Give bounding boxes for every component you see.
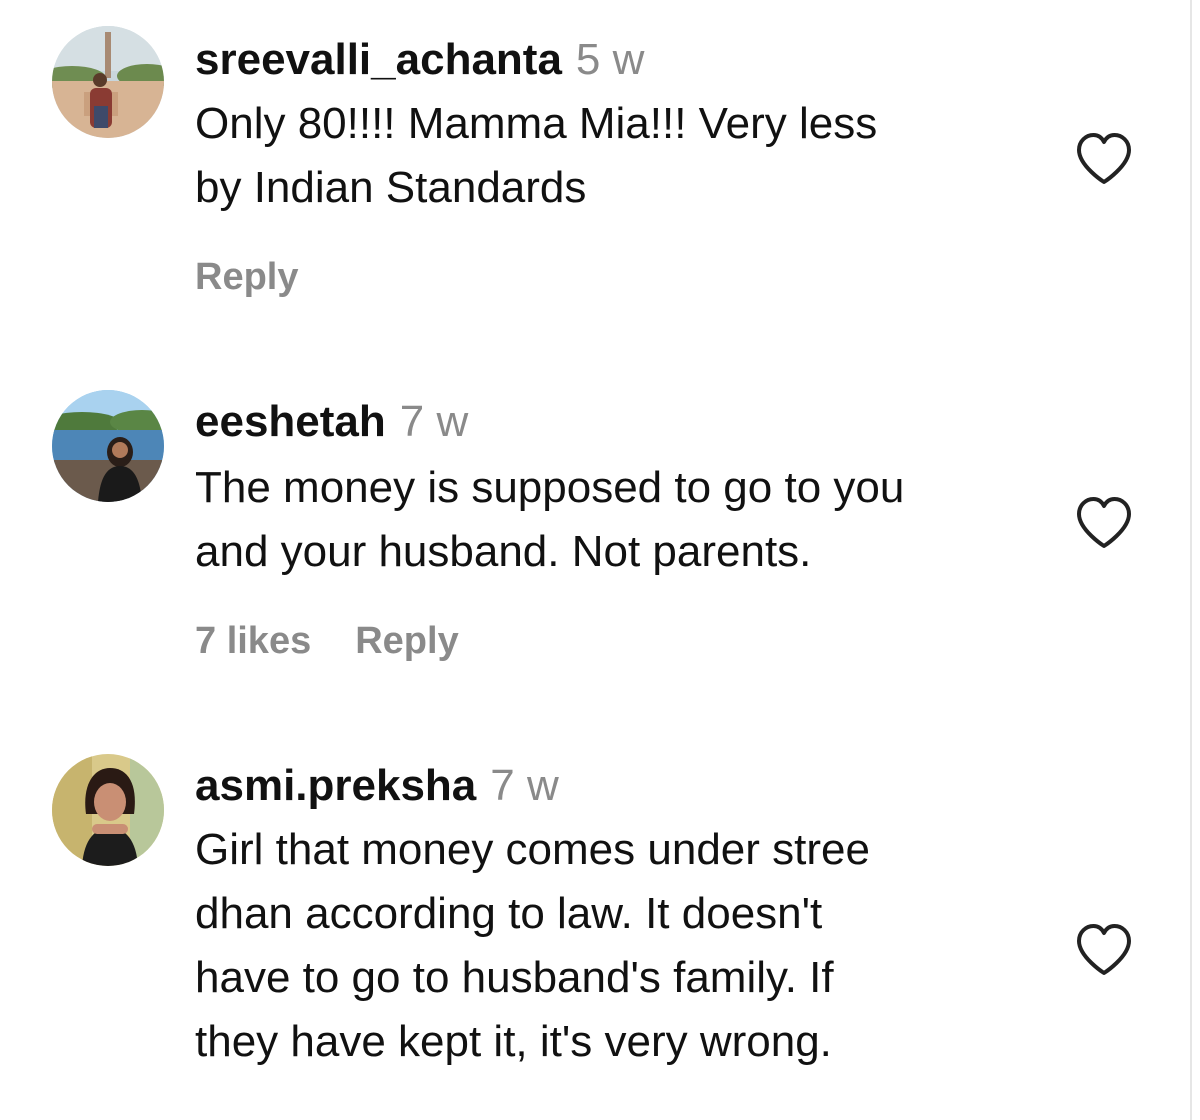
heart-outline-icon[interactable]	[1074, 495, 1134, 551]
comment-timestamp[interactable]: 7 w	[490, 761, 558, 810]
comment-timestamp[interactable]: 7 w	[400, 397, 468, 446]
comment-text-line: Only 80!!!! Mamma Mia!!! Very less	[195, 99, 878, 148]
comment-text: Girl that money comes under stree dhan a…	[195, 818, 1055, 1074]
avatar[interactable]	[52, 26, 164, 138]
comment-username[interactable]: eeshetah	[195, 397, 386, 446]
heart-outline-icon[interactable]	[1074, 131, 1134, 187]
avatar[interactable]	[52, 390, 164, 502]
comment-timestamp[interactable]: 5 w	[576, 35, 644, 84]
reply-button[interactable]: Reply	[195, 256, 298, 298]
reply-button[interactable]: Reply	[355, 620, 458, 662]
comment-header: eeshetah 7 w	[195, 396, 468, 448]
heart-outline-icon[interactable]	[1074, 922, 1134, 978]
likes-count[interactable]: 7 likes	[195, 620, 311, 662]
comment-text-line: Girl that money comes under stree	[195, 825, 870, 874]
comment-username[interactable]: asmi.preksha	[195, 761, 476, 810]
comment-text-line: they have kept it, it's very wrong.	[195, 1017, 832, 1066]
comment-text-line: and your husband. Not parents.	[195, 527, 812, 576]
comment-username[interactable]: sreevalli_achanta	[195, 35, 562, 84]
comment-header: sreevalli_achanta 5 w	[195, 34, 644, 86]
comment-text: The money is supposed to go to you and y…	[195, 456, 1055, 584]
comment-actions: Reply	[195, 256, 298, 299]
comment-item: sreevalli_achanta 5 w Only 80!!!! Mamma M…	[0, 0, 1190, 360]
comment-text-line: The money is supposed to go to you	[195, 463, 905, 512]
comment-text-line: have to go to husband's family. If	[195, 953, 834, 1002]
comment-item: asmi.preksha 7 w Girl that money comes un…	[0, 720, 1190, 1120]
comment-item: eeshetah 7 w The money is supposed to go …	[0, 360, 1190, 720]
comment-header: asmi.preksha 7 w	[195, 760, 559, 812]
avatar[interactable]	[52, 754, 164, 866]
comment-text-line: dhan according to law. It doesn't	[195, 889, 823, 938]
scrollbar-track	[1190, 0, 1192, 1120]
comment-actions: 7 likes Reply	[195, 620, 459, 663]
comment-text: Only 80!!!! Mamma Mia!!! Very less by In…	[195, 92, 1055, 220]
comment-text-line: by Indian Standards	[195, 163, 587, 212]
